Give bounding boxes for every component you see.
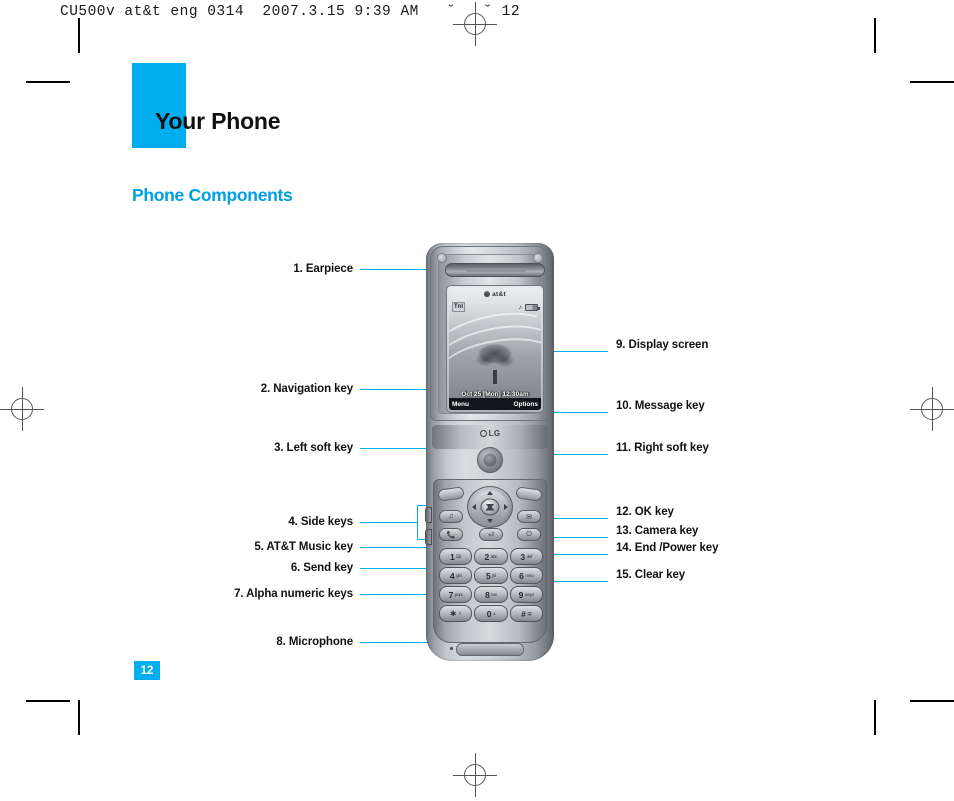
callout-label-end-power-key: 14. End /Power key: [616, 542, 719, 554]
callout-label-navigation-key: 2. Navigation key: [260, 383, 353, 395]
callout-label-camera-key: 13. Camera key: [616, 525, 699, 537]
wallpaper-tree-trunk: [493, 370, 497, 384]
message-key[interactable]: ✉: [517, 510, 541, 523]
soft-key-bar: Menu Options: [449, 398, 541, 410]
callout-label-clear-key: 15. Clear key: [616, 569, 686, 581]
earpiece: [445, 263, 545, 277]
att-globe-icon: [484, 291, 491, 297]
chapter-accent-block: [132, 63, 186, 148]
callout-label-message-key: 10. Message key: [616, 400, 705, 412]
alpha-numeric-keypad[interactable]: 1 ⌧ 2 abc 3 def 4 ghi 5 jkl 6 mno 7 pqrs 8 tuv 9…: [439, 548, 543, 622]
registration-mark-top: [453, 2, 497, 46]
callout-label-microphone: 8. Microphone: [276, 636, 353, 648]
callout-label-send-key: 6. Send key: [290, 562, 353, 574]
nav-up-icon: [487, 491, 493, 495]
screw-left-icon: [437, 253, 447, 263]
key-2[interactable]: 2 abc: [474, 548, 508, 565]
key-0[interactable]: 0 ±: [474, 605, 508, 622]
ok-key[interactable]: [480, 498, 500, 516]
navigation-key[interactable]: [467, 486, 513, 528]
status-right-icons: ♪: [518, 303, 540, 311]
right-soft-key[interactable]: [515, 486, 543, 502]
callout-label-display-screen: 9. Display screen: [616, 339, 709, 351]
earpiece-slit: [466, 268, 526, 272]
callout-label-att-music-key: 5. AT&T Music key: [254, 541, 353, 553]
registration-mark-bottom: [453, 753, 497, 797]
callout-label-ok-key: 12. OK key: [616, 506, 674, 518]
page-title: Your Phone: [155, 108, 281, 134]
key-8[interactable]: 8 tuv: [474, 586, 508, 603]
battery-icon: [525, 303, 540, 311]
callout-label-earpiece: 1. Earpiece: [293, 263, 353, 275]
crop-mark-top-left-vertical: [78, 18, 80, 53]
registration-mark-right: [910, 387, 954, 431]
key-star[interactable]: ∗ ⇧: [439, 605, 473, 622]
key-5[interactable]: 5 jkl: [474, 567, 508, 584]
page-number-badge: 12: [134, 661, 160, 680]
callout-label-left-soft-key: 3. Left soft key: [274, 442, 353, 454]
crop-mark-bottom-right-vertical: [874, 700, 876, 735]
manual-page: CU500v at&t eng 0314 2007.3.15 9:39 AM ˘…: [0, 0, 954, 801]
crop-mark-top-right-vertical: [874, 18, 876, 53]
screw-right-icon: [533, 253, 543, 263]
nav-right-icon: [504, 504, 508, 510]
phone-bottom-accent: [456, 643, 524, 656]
display-screen[interactable]: at&t Tnl ♪ Oct 25 [Mon] 12:30am Menu Opt…: [449, 288, 541, 410]
music-note-icon: ♪: [518, 303, 523, 311]
crop-mark-top-right-horizontal: [910, 81, 954, 83]
side-key-up[interactable]: [425, 507, 432, 523]
nav-left-icon: [472, 504, 476, 510]
crop-mark-top-left-horizontal: [26, 81, 70, 83]
lg-logo: LG: [426, 429, 554, 438]
print-slug: CU500v at&t eng 0314 2007.3.15 9:39 AM ˘…: [60, 4, 521, 20]
carrier-logo: at&t: [449, 291, 541, 298]
key-3[interactable]: 3 def: [509, 548, 543, 565]
key-6[interactable]: 6 mno: [509, 567, 543, 584]
status-bar: Tnl ♪: [449, 302, 541, 312]
microphone: [450, 647, 453, 650]
side-key-down[interactable]: [425, 529, 432, 545]
crop-mark-bottom-left-vertical: [78, 700, 80, 735]
right-soft-key-label[interactable]: Options: [513, 401, 538, 408]
display-screen-bezel: at&t Tnl ♪ Oct 25 [Mon] 12:30am Menu Opt…: [446, 285, 544, 413]
date-time-display: Oct 25 [Mon] 12:30am: [461, 391, 529, 398]
speaker-grille: [477, 447, 503, 473]
send-key[interactable]: 📞: [439, 528, 463, 541]
att-music-key[interactable]: ♫: [439, 510, 463, 523]
callout-label-right-soft-key: 11. Right soft key: [616, 442, 709, 454]
key-pound[interactable]: # ▤: [509, 605, 543, 622]
speaker-inner: [483, 453, 497, 467]
key-7[interactable]: 7 pqrs: [439, 586, 473, 603]
nav-down-icon: [487, 519, 493, 523]
phone-upper-shell: at&t Tnl ♪ Oct 25 [Mon] 12:30am Menu Opt…: [430, 246, 550, 421]
keypad-panel: ♫ ✉ 📞 ⏎ ⏻ 1 ⌧ 2 abc 3 def 4 ghi 5 jkl 6 mno 7p…: [433, 479, 547, 643]
key-1[interactable]: 1 ⌧: [439, 548, 473, 565]
crop-mark-bottom-right-horizontal: [910, 700, 954, 702]
crop-mark-bottom-left-horizontal: [26, 700, 70, 702]
left-soft-key-label[interactable]: Menu: [452, 401, 469, 408]
key-9[interactable]: 9 wxyz: [509, 586, 543, 603]
key-4[interactable]: 4 ghi: [439, 567, 473, 584]
section-heading: Phone Components: [132, 185, 293, 205]
callout-leader-side-keys: [360, 522, 418, 524]
callout-label-side-keys: 4. Side keys: [288, 516, 353, 528]
clear-key[interactable]: ⏎: [479, 528, 503, 541]
end-power-key[interactable]: ⏻: [517, 528, 541, 541]
callout-label-alpha-numeric-keys: 7. Alpha numeric keys: [234, 588, 353, 600]
signal-strength-icon: Tnl: [452, 302, 465, 312]
phone-illustration: ▲ ▼ at&t Tnl: [425, 243, 554, 661]
left-soft-key[interactable]: [437, 486, 465, 502]
registration-mark-left: [0, 387, 44, 431]
